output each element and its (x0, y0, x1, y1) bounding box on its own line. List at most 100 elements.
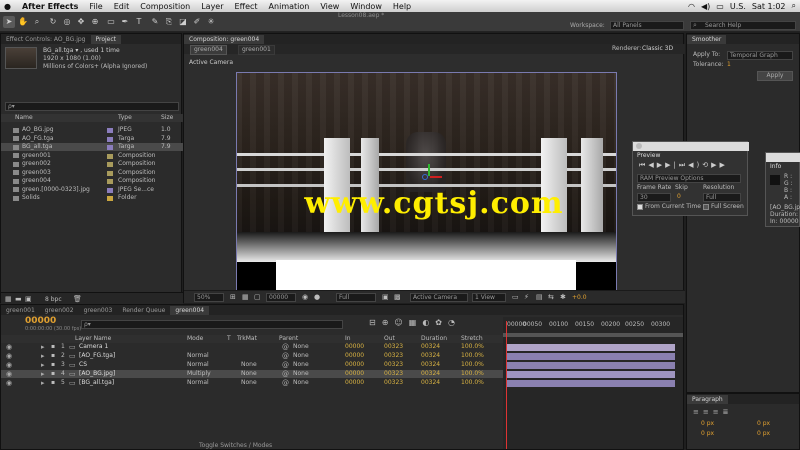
rectangle-tool-icon[interactable]: ▭ (105, 16, 117, 28)
layer-stretch[interactable]: 100.0% (461, 379, 484, 387)
fast-previews-icon[interactable]: ⚡ (524, 293, 529, 301)
layer-stretch[interactable]: 100.0% (461, 343, 484, 351)
first-frame-icon[interactable]: ⏮ (639, 161, 648, 169)
axis-x-gizmo[interactable] (430, 176, 442, 178)
flowchart-icon[interactable]: ⇆ (548, 293, 554, 301)
space-after-value[interactable]: 0 px (757, 430, 770, 438)
indent-right-value[interactable]: 0 px (757, 420, 770, 428)
layer-out[interactable]: 00323 (384, 352, 403, 360)
expand-triangle-icon[interactable]: ▸ (41, 379, 45, 387)
pickwhip-icon[interactable]: @ (282, 370, 289, 378)
resolution-select[interactable]: Full (336, 293, 376, 302)
layer-name[interactable]: [BG_all.tga] (79, 379, 114, 387)
align-right-icon[interactable]: ≡ (713, 408, 723, 416)
tab-green004[interactable]: green004 (170, 306, 210, 315)
label-swatch[interactable] (107, 187, 113, 193)
prev-frame-icon[interactable]: ◀ (648, 161, 656, 169)
label-swatch[interactable] (107, 153, 113, 159)
timeline-ruler[interactable]: 00000 00050 00100 00150 00200 00250 0030… (503, 321, 683, 331)
camera-orbit-tool-icon[interactable]: ◎ (61, 16, 73, 28)
menu-view[interactable]: View (320, 2, 339, 11)
bpc-label[interactable]: 8 bpc (45, 296, 62, 303)
layer-out[interactable]: 00323 (384, 361, 403, 369)
apple-icon[interactable]: ● (4, 2, 11, 11)
layer-stretch[interactable]: 100.0% (461, 370, 484, 378)
layer-in[interactable]: 00000 (345, 370, 364, 378)
project-item[interactable]: green002 Composition (1, 160, 183, 168)
safe-zones-icon[interactable]: ⊞ (230, 293, 236, 301)
from-current-checkbox[interactable] (637, 204, 643, 210)
layer-duration[interactable]: 00324 (421, 343, 440, 351)
show-channel-icon[interactable]: ● (314, 293, 320, 301)
project-item[interactable]: AO_BG.jpg JPEG 1.0 (1, 126, 183, 134)
col-duration[interactable]: Duration (421, 335, 447, 343)
comp-timecode[interactable]: 00000 (266, 293, 296, 302)
align-center-icon[interactable]: ≡ (703, 408, 713, 416)
project-item[interactable]: green003 Composition (1, 169, 183, 177)
layer-in[interactable]: 00000 (345, 379, 364, 387)
tab-info[interactable]: Info (770, 163, 781, 170)
layer-stretch[interactable]: 100.0% (461, 361, 484, 369)
layer-parent[interactable]: None (293, 361, 309, 369)
col-parent[interactable]: Parent (279, 335, 298, 343)
tab-render-queue[interactable]: Render Queue (117, 306, 170, 315)
label-swatch[interactable] (107, 162, 113, 167)
renderer-value[interactable]: Classic 3D (642, 45, 673, 53)
label-swatch[interactable] (107, 128, 113, 133)
align-left-icon[interactable]: ≡ (693, 408, 703, 416)
wifi-icon[interactable]: ◠ (688, 2, 695, 11)
project-item[interactable]: Solids Folder (1, 194, 183, 202)
clock[interactable]: Sat 1:02 (752, 2, 786, 11)
camera-select[interactable]: Active Camera (410, 293, 468, 302)
tab-composition[interactable]: Composition: green004 (184, 35, 265, 44)
timeline-search-input[interactable]: ρ▾ (81, 320, 343, 329)
pan-behind-tool-icon[interactable]: ✥ (75, 16, 87, 28)
hand-tool-icon[interactable]: ✋ (17, 16, 29, 28)
layer-mode[interactable]: Normal (187, 361, 209, 369)
apply-button[interactable]: Apply (757, 71, 793, 81)
new-comp-icon[interactable]: ▣ (25, 295, 32, 303)
label-swatch[interactable] (107, 136, 113, 142)
tab-paragraph[interactable]: Paragraph (687, 395, 728, 404)
brainstorm-icon[interactable]: ✿ (435, 318, 448, 327)
layer-in[interactable]: 00000 (345, 361, 364, 369)
layer-duration-bar[interactable] (507, 362, 675, 369)
layer-parent[interactable]: None (293, 379, 309, 387)
layer-label-swatch[interactable]: ▪ (51, 379, 55, 387)
pickwhip-icon[interactable]: @ (282, 379, 289, 387)
visibility-eye-icon[interactable]: ◉ (6, 370, 12, 378)
col-layer-name[interactable]: Layer Name (75, 335, 111, 343)
apply-to-select[interactable]: Temporal Graph (727, 51, 793, 60)
views-select[interactable]: 1 View (472, 293, 506, 302)
graph-editor-icon[interactable]: ◔ (448, 318, 461, 327)
layer-trkmat[interactable]: None (241, 370, 257, 378)
type-tool-icon[interactable]: T (133, 16, 145, 28)
label-swatch[interactable] (107, 145, 113, 150)
layer-duration-bar[interactable] (507, 371, 675, 378)
menu-window[interactable]: Window (350, 2, 382, 11)
layer-duration[interactable]: 00324 (421, 352, 440, 360)
axis-z-gizmo[interactable] (422, 174, 428, 180)
menu-app[interactable]: After Effects (22, 2, 78, 11)
layer-parent[interactable]: None (293, 352, 309, 360)
layer-name[interactable]: [AO_FG.tga] (79, 352, 115, 360)
ram-options-select[interactable]: RAM Preview Options (637, 174, 741, 183)
label-swatch[interactable] (107, 170, 113, 176)
expand-triangle-icon[interactable]: ▸ (41, 370, 45, 378)
audio-icon[interactable]: ◀) (688, 161, 702, 169)
layer-parent[interactable]: None (293, 370, 309, 378)
layer-stretch[interactable]: 100.0% (461, 352, 484, 360)
shy-icon[interactable]: ☺ (394, 318, 408, 327)
header-type[interactable]: Type (118, 114, 132, 122)
menu-edit[interactable]: Edit (114, 2, 130, 11)
project-item[interactable]: green004 Composition (1, 177, 183, 185)
tab-green001[interactable]: green001 (1, 306, 40, 315)
pen-tool-icon[interactable]: ✒ (119, 16, 131, 28)
grid-icon[interactable]: ▦ (242, 293, 249, 301)
pickwhip-icon[interactable]: @ (282, 361, 289, 369)
interpret-footage-icon[interactable]: ▦ (5, 295, 12, 303)
layer-label-swatch[interactable]: ▪ (51, 343, 55, 351)
menu-file[interactable]: File (89, 2, 102, 11)
indent-left-value[interactable]: 0 px (701, 420, 714, 428)
col-trkmat[interactable]: TrkMat (237, 335, 257, 343)
